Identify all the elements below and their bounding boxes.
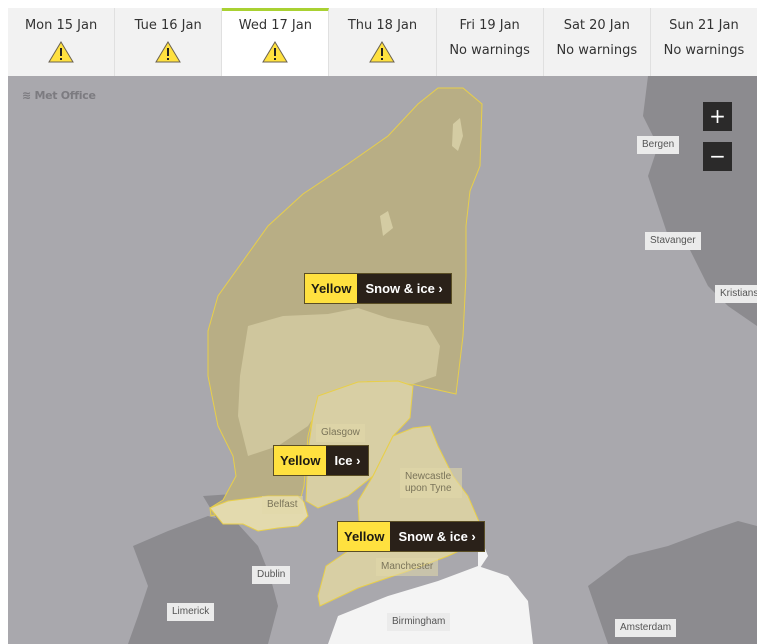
city-label-belfast: Belfast xyxy=(262,496,303,514)
warning-level: Yellow xyxy=(274,446,327,475)
tab-day-label: Sun 21 Jan xyxy=(669,18,739,33)
tab-tue-16-jan[interactable]: Tue 16 Jan xyxy=(115,8,223,76)
city-label-amsterdam: Amsterdam xyxy=(615,619,677,637)
warnings-map[interactable]: ≋ Met Office + − Bergen Stavanger Kristi… xyxy=(8,76,757,644)
warning-badge-snow-ice-north[interactable]: Yellow Snow & ice › xyxy=(304,273,452,304)
zoom-out-button[interactable]: − xyxy=(703,142,732,171)
tab-wed-17-jan[interactable]: Wed 17 Jan xyxy=(222,8,330,76)
tab-status-text: No warnings xyxy=(556,43,638,58)
city-label-limerick: Limerick xyxy=(167,603,215,621)
warning-type: Snow & ice › xyxy=(357,274,451,303)
warning-badge-snow-ice-england[interactable]: Yellow Snow & ice › xyxy=(337,521,485,552)
tab-sun-21-jan[interactable]: Sun 21 Jan No warnings xyxy=(650,8,757,76)
warning-triangle-icon xyxy=(262,41,289,63)
city-label-glasgow: Glasgow xyxy=(316,424,365,442)
tab-day-label: Mon 15 Jan xyxy=(24,18,98,33)
warning-triangle-icon xyxy=(155,41,182,63)
tab-mon-15-jan[interactable]: Mon 15 Jan xyxy=(8,8,116,76)
tab-day-label: Tue 16 Jan xyxy=(134,18,202,33)
warning-level: Yellow xyxy=(338,522,391,551)
tab-fri-19-jan[interactable]: Fri 19 Jan No warnings xyxy=(436,8,544,76)
warning-badge-ice[interactable]: Yellow Ice › xyxy=(273,445,370,476)
city-label-newcastle: Newcastle upon Tyne xyxy=(400,468,462,498)
tab-day-label: Wed 17 Jan xyxy=(238,18,312,33)
warning-triangle-icon xyxy=(48,41,74,63)
warning-type: Ice › xyxy=(326,446,369,475)
tab-sat-20-jan[interactable]: Sat 20 Jan No warnings xyxy=(543,8,651,76)
city-label-stavanger: Stavanger xyxy=(645,232,701,250)
tab-thu-18-jan[interactable]: Thu 18 Jan xyxy=(329,8,437,76)
city-label-dublin: Dublin xyxy=(252,566,291,584)
met-office-logo: ≋ Met Office xyxy=(22,89,96,102)
city-label-bergen: Bergen xyxy=(637,136,680,154)
tab-status-text: No warnings xyxy=(449,43,530,58)
city-label-manchester: Manchester xyxy=(376,558,439,576)
warning-triangle-icon xyxy=(369,41,396,63)
tab-day-label: Fri 19 Jan xyxy=(459,18,520,33)
warning-type: Snow & ice › xyxy=(390,522,484,551)
city-label-kristiansand: Kristians xyxy=(715,285,757,303)
tab-day-label: Sat 20 Jan xyxy=(563,18,630,33)
zoom-in-button[interactable]: + xyxy=(703,102,732,131)
date-tabs: Mon 15 Jan Tue 16 Jan Wed 17 Jan Thu 18 … xyxy=(8,8,757,76)
warning-level: Yellow xyxy=(305,274,358,303)
tab-status-text: No warnings xyxy=(663,43,745,58)
tab-day-label: Thu 18 Jan xyxy=(347,18,418,33)
city-label-birmingham: Birmingham xyxy=(387,613,451,631)
